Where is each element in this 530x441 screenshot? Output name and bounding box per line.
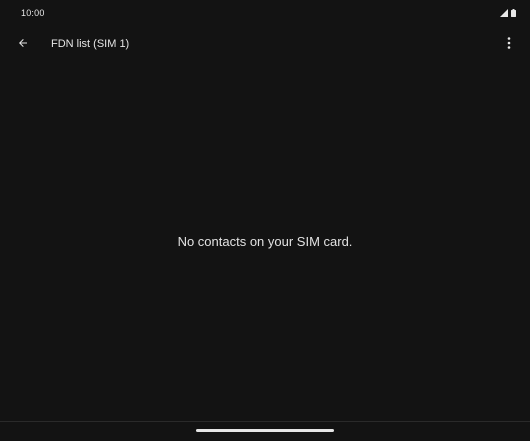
- signal-icon: [500, 9, 508, 17]
- empty-state-message: No contacts on your SIM card.: [177, 234, 353, 249]
- app-bar: FDN list (SIM 1): [0, 30, 530, 60]
- more-options-button[interactable]: [502, 34, 516, 56]
- gesture-navigation-handle[interactable]: [196, 429, 334, 432]
- battery-icon: [511, 9, 516, 17]
- status-icons: [500, 9, 516, 17]
- status-bar: 10:00: [0, 0, 530, 26]
- screen: 10:00 FDN list (SIM 1) No contacts on yo…: [0, 0, 530, 441]
- status-time: 10:00: [21, 8, 45, 18]
- arrow-back-icon: [17, 36, 29, 54]
- back-button[interactable]: [12, 34, 34, 56]
- navigation-divider: [0, 421, 530, 422]
- page-title: FDN list (SIM 1): [51, 38, 130, 50]
- more-vert-icon: [507, 36, 511, 54]
